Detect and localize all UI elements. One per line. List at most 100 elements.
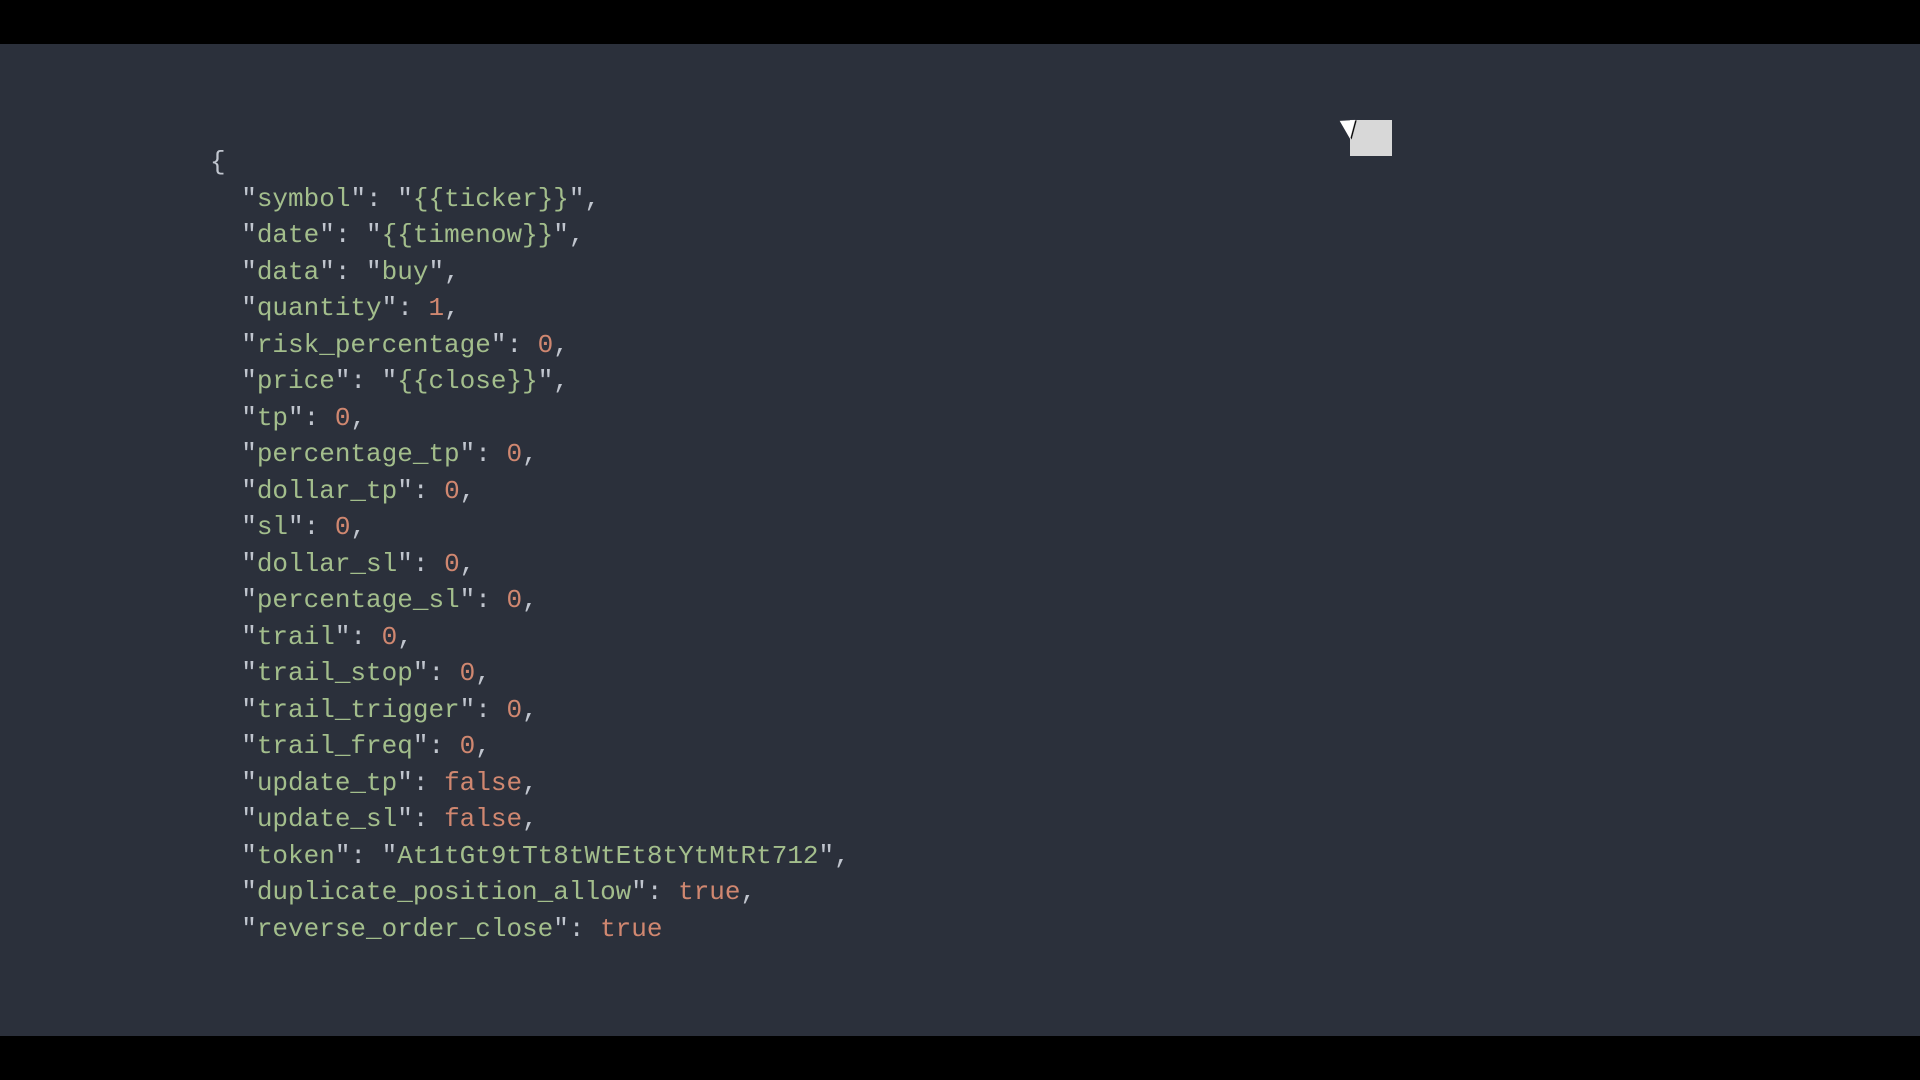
code-line[interactable]: "risk_percentage": 0, [210,327,1920,364]
token-punct: , [522,804,538,834]
token-punct: , [553,330,569,360]
token-punct: " [210,476,257,506]
code-line[interactable]: "update_tp": false, [210,765,1920,802]
token-punct: ": [397,804,444,834]
token-punct: , [475,658,491,688]
token-num: 0 [460,731,476,761]
token-punct: " [210,804,257,834]
token-punct: " [210,585,257,615]
token-punct: " [210,695,257,725]
token-punct: , [397,622,413,652]
token-punct: " [210,731,257,761]
token-bool: false [444,804,522,834]
code-line[interactable]: "trail_trigger": 0, [210,692,1920,729]
token-punct: ": [413,658,460,688]
token-punct: ": " [350,184,412,214]
token-punct: " [210,549,257,579]
code-line[interactable]: { [210,144,1920,181]
token-punct: " [210,293,257,323]
token-punct: , [522,439,538,469]
code-line[interactable]: "dollar_sl": 0, [210,546,1920,583]
token-key: sl [257,512,288,542]
token-punct: ": [553,914,600,944]
token-key: trail [257,622,335,652]
token-key: reverse_order_close [257,914,553,944]
token-num: 0 [444,476,460,506]
code-line[interactable]: "reverse_order_close": true [210,911,1920,948]
code-line[interactable]: "date": "{{timenow}}", [210,217,1920,254]
token-key: dollar_sl [257,549,397,579]
code-line[interactable]: "update_sl": false, [210,801,1920,838]
token-key: dollar_tp [257,476,397,506]
token-punct: , [522,585,538,615]
code-line[interactable]: "trail_stop": 0, [210,655,1920,692]
token-punct: { [210,147,226,177]
token-punct: " [210,512,257,542]
token-punct: ": [460,439,507,469]
token-punct: ": [288,403,335,433]
token-key: trail_trigger [257,695,460,725]
token-punct: ", [569,184,600,214]
token-punct: ": [288,512,335,542]
token-punct: ": [397,549,444,579]
token-punct: ", [538,366,569,396]
token-key: trail_freq [257,731,413,761]
token-punct: ": " [319,257,381,287]
token-punct: ", [819,841,850,871]
token-punct: , [350,403,366,433]
token-punct: " [210,257,257,287]
json-code-block[interactable]: { "symbol": "{{ticker}}", "date": "{{tim… [210,144,1920,947]
token-num: 0 [506,695,522,725]
token-num: 0 [538,330,554,360]
code-line[interactable]: "quantity": 1, [210,290,1920,327]
token-punct: " [210,877,257,907]
token-key: token [257,841,335,871]
token-punct: ": [460,695,507,725]
token-str: {{timenow}} [382,220,554,250]
code-line[interactable]: "duplicate_position_allow": true, [210,874,1920,911]
code-line[interactable]: "trail_freq": 0, [210,728,1920,765]
token-key: data [257,257,319,287]
token-key: date [257,220,319,250]
token-punct: , [350,512,366,542]
token-punct: ": [335,622,382,652]
token-punct: , [444,293,460,323]
code-line[interactable]: "sl": 0, [210,509,1920,546]
token-key: percentage_sl [257,585,460,615]
token-str: {{close}} [397,366,537,396]
code-line[interactable]: "data": "buy", [210,254,1920,291]
code-line[interactable]: "trail": 0, [210,619,1920,656]
token-punct: ": [460,585,507,615]
token-punct: , [460,476,476,506]
code-line[interactable]: "symbol": "{{ticker}}", [210,181,1920,218]
token-punct: ", [428,257,459,287]
token-punct: , [460,549,476,579]
token-punct: ": [413,731,460,761]
token-key: trail_stop [257,658,413,688]
token-num: 0 [506,585,522,615]
code-line[interactable]: "price": "{{close}}", [210,363,1920,400]
token-punct: , [475,731,491,761]
token-num: 0 [506,439,522,469]
token-num: 0 [335,512,351,542]
code-line[interactable]: "dollar_tp": 0, [210,473,1920,510]
code-line[interactable]: "tp": 0, [210,400,1920,437]
token-num: 0 [382,622,398,652]
token-punct: ": " [335,366,397,396]
token-key: update_tp [257,768,397,798]
code-line[interactable]: "token": "At1tGt9tTt8tWtEt8tYtMtRt712", [210,838,1920,875]
token-punct: ": [397,768,444,798]
token-key: update_sl [257,804,397,834]
letterbox-bottom [0,1036,1920,1080]
token-punct: " [210,768,257,798]
token-str: buy [382,257,429,287]
code-line[interactable]: "percentage_sl": 0, [210,582,1920,619]
token-punct: ": [382,293,429,323]
token-num: 0 [460,658,476,688]
code-line[interactable]: "percentage_tp": 0, [210,436,1920,473]
token-punct: " [210,330,257,360]
token-num: 0 [335,403,351,433]
code-editor-viewport[interactable]: { "symbol": "{{ticker}}", "date": "{{tim… [0,44,1920,1036]
token-key: tp [257,403,288,433]
token-punct: , [522,768,538,798]
